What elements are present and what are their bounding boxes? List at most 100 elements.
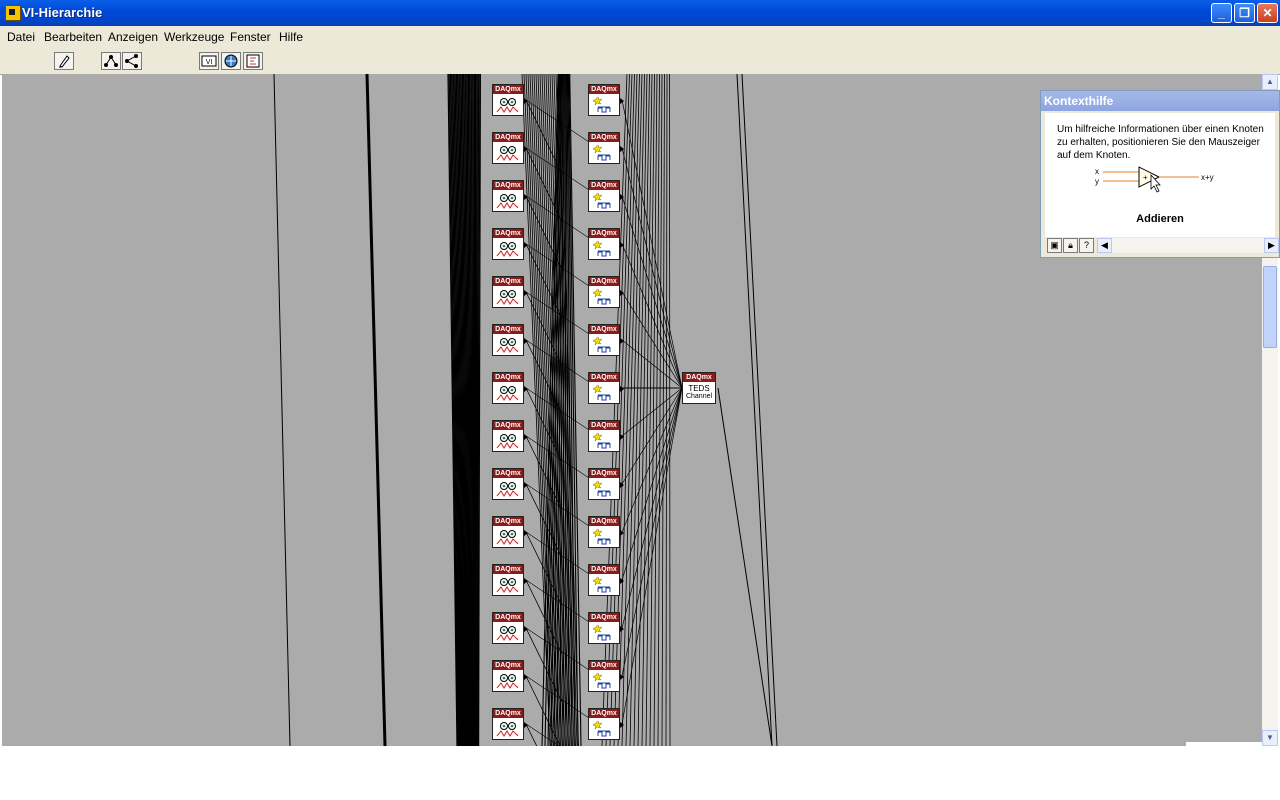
status-area: [1186, 742, 1262, 748]
wire: [621, 387, 683, 725]
daqmx-left-node[interactable]: DAQmx: [492, 420, 528, 452]
daqmx-right-node[interactable]: DAQmx: [588, 180, 624, 212]
daqmx-right-node[interactable]: DAQmx: [588, 372, 624, 404]
node-terminal: [524, 722, 528, 728]
read-glasses-icon: [496, 722, 519, 737]
timing-clock-icon: [592, 576, 611, 593]
context-help-window[interactable]: Kontexthilfe Um hilfreiche Informationen…: [1040, 90, 1280, 258]
node-terminal: [524, 434, 528, 440]
daqmx-left-node[interactable]: DAQmx: [492, 708, 528, 740]
node-terminal: [524, 530, 528, 536]
close-button[interactable]: ✕: [1257, 3, 1278, 23]
read-glasses-icon: [496, 194, 519, 209]
node-header: DAQmx: [589, 373, 619, 382]
node-header: DAQmx: [589, 709, 619, 718]
node-terminal: [620, 194, 624, 200]
daqmx-left-node[interactable]: DAQmx: [492, 228, 528, 260]
menu-werkzeuge[interactable]: Werkzeuge: [164, 30, 224, 44]
teds-channel-node[interactable]: DAQmx TEDS Channel: [682, 372, 716, 404]
maximize-button[interactable]: ❐: [1234, 3, 1255, 23]
help-question-icon[interactable]: ?: [1079, 238, 1094, 253]
context-help-toolbar: ▣ 🔒︎ ? ◀ ▶: [1045, 238, 1279, 254]
menu-fenster[interactable]: Fenster: [230, 30, 271, 44]
daqmx-left-node[interactable]: DAQmx: [492, 132, 528, 164]
node-header: DAQmx: [493, 325, 523, 334]
node-terminal: [620, 722, 624, 728]
timing-clock-icon: [592, 192, 611, 209]
menu-bearbeiten[interactable]: Bearbeiten: [44, 30, 102, 44]
include-vilib-icon[interactable]: VI: [199, 52, 219, 70]
daqmx-right-node[interactable]: DAQmx: [588, 276, 624, 308]
node-terminal: [524, 194, 528, 200]
wire: [665, 74, 668, 746]
node-terminal: [524, 578, 528, 584]
timing-clock-icon: [592, 432, 611, 449]
scroll-thumb[interactable]: [1263, 266, 1277, 348]
node-header: DAQmx: [493, 661, 523, 670]
lock-icon[interactable]: 🔒︎: [1063, 238, 1078, 253]
read-glasses-icon: [496, 386, 519, 401]
daqmx-right-node[interactable]: DAQmx: [588, 228, 624, 260]
node-header: DAQmx: [589, 85, 619, 94]
node-header: DAQmx: [589, 469, 619, 478]
daqmx-left-node[interactable]: DAQmx: [492, 180, 528, 212]
horizontal-layout-icon[interactable]: [122, 52, 142, 70]
daqmx-left-node[interactable]: DAQmx: [492, 612, 528, 644]
scroll-right-icon[interactable]: ▶: [1264, 238, 1279, 253]
node-header: DAQmx: [493, 133, 523, 142]
daqmx-left-node[interactable]: DAQmx: [492, 324, 528, 356]
vertical-layout-icon[interactable]: [101, 52, 121, 70]
context-help-title[interactable]: Kontexthilfe: [1041, 91, 1279, 111]
simple-view-icon[interactable]: ▣: [1047, 238, 1062, 253]
daqmx-left-node[interactable]: DAQmx: [492, 564, 528, 596]
node-header: DAQmx: [493, 613, 523, 622]
daqmx-left-node[interactable]: DAQmx: [492, 372, 528, 404]
daqmx-right-node[interactable]: DAQmx: [588, 468, 624, 500]
daqmx-right-node[interactable]: DAQmx: [588, 564, 624, 596]
node-header: DAQmx: [493, 85, 523, 94]
toolbar: VI: [0, 48, 1280, 75]
menu-datei[interactable]: Datei: [7, 30, 35, 44]
diagram-input-y: y: [1095, 177, 1099, 186]
daqmx-left-node[interactable]: DAQmx: [492, 84, 528, 116]
scroll-down-icon[interactable]: ▼: [1262, 730, 1278, 746]
read-glasses-icon: [496, 98, 519, 113]
node-terminal: [620, 290, 624, 296]
context-help-body: Um hilfreiche Informationen über einen K…: [1045, 113, 1275, 237]
window-titlebar[interactable]: VI-Hierarchie _ ❐ ✕: [0, 0, 1280, 26]
daqmx-left-node[interactable]: DAQmx: [492, 276, 528, 308]
svg-text:VI: VI: [206, 59, 213, 66]
scroll-up-icon[interactable]: ▲: [1262, 74, 1278, 90]
daqmx-left-node[interactable]: DAQmx: [492, 468, 528, 500]
wire: [601, 74, 628, 746]
include-typedefs-icon[interactable]: [243, 52, 263, 70]
diagram-input-x: x: [1095, 167, 1099, 176]
timing-clock-icon: [592, 720, 611, 737]
wire: [669, 74, 671, 746]
daqmx-right-node[interactable]: DAQmx: [588, 324, 624, 356]
teds-node-line2: Channel: [685, 393, 713, 400]
daqmx-left-node[interactable]: DAQmx: [492, 660, 528, 692]
daqmx-right-node[interactable]: DAQmx: [588, 708, 624, 740]
timing-clock-icon: [592, 240, 611, 257]
include-globals-icon[interactable]: [221, 52, 241, 70]
context-help-hscroll[interactable]: [1112, 238, 1264, 253]
daqmx-right-node[interactable]: DAQmx: [588, 132, 624, 164]
minimize-button[interactable]: _: [1211, 3, 1232, 23]
timing-clock-icon: [592, 96, 611, 113]
daqmx-right-node[interactable]: DAQmx: [588, 660, 624, 692]
node-terminal: [524, 338, 528, 344]
menu-hilfe[interactable]: Hilfe: [279, 30, 303, 44]
read-glasses-icon: [496, 530, 519, 545]
daqmx-right-node[interactable]: DAQmx: [588, 84, 624, 116]
daqmx-right-node[interactable]: DAQmx: [588, 612, 624, 644]
menu-anzeigen[interactable]: Anzeigen: [108, 30, 158, 44]
scroll-left-icon[interactable]: ◀: [1097, 238, 1112, 253]
read-glasses-icon: [496, 674, 519, 689]
daqmx-right-node[interactable]: DAQmx: [588, 420, 624, 452]
redraw-icon[interactable]: [54, 52, 74, 70]
daqmx-left-node[interactable]: DAQmx: [492, 516, 528, 548]
read-glasses-icon: [496, 242, 519, 257]
menu-bar: Datei Bearbeiten Anzeigen Werkzeuge Fens…: [0, 26, 1280, 49]
daqmx-right-node[interactable]: DAQmx: [588, 516, 624, 548]
